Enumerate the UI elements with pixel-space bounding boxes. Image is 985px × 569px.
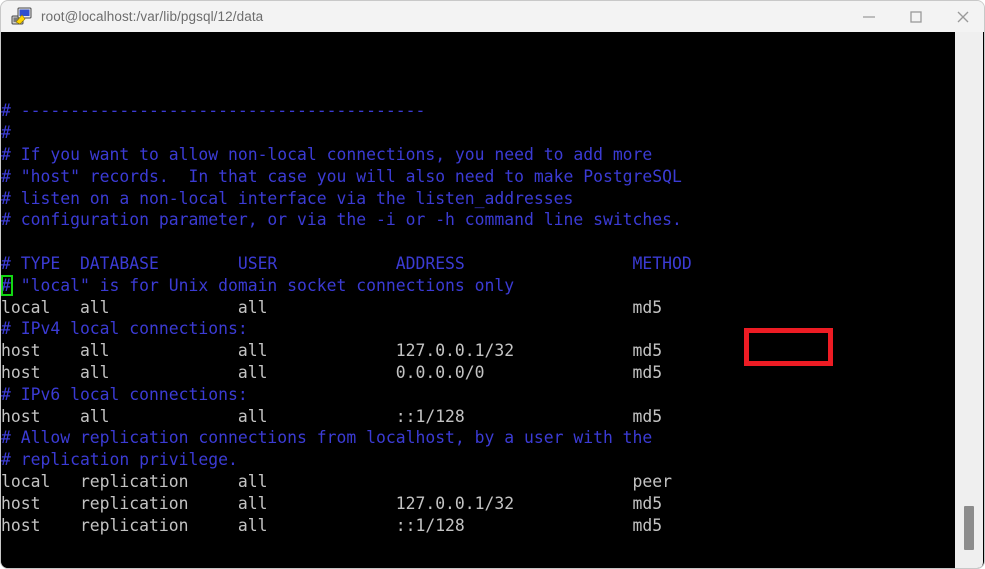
minimize-icon[interactable] bbox=[845, 1, 892, 32]
terminal-line: # configuration parameter, or via the -i… bbox=[1, 209, 956, 231]
terminal-line: host all all 127.0.0.1/32 md5 bbox=[1, 340, 956, 362]
window-title: root@localhost:/var/lib/pgsql/12/data bbox=[41, 9, 264, 24]
terminal-line-text: # "local" is for Unix domain socket conn… bbox=[1, 275, 515, 295]
terminal-line-text: # bbox=[1, 123, 11, 143]
terminal-text-area[interactable]: # --------------------------------------… bbox=[1, 32, 956, 568]
terminal-line: host all all 0.0.0.0/0 md5 bbox=[1, 362, 956, 384]
terminal-line: # TYPE DATABASE USER ADDRESS METHOD bbox=[1, 253, 956, 275]
putty-terminal-icon bbox=[11, 6, 33, 28]
terminal-line-text: # --------------------------------------… bbox=[1, 101, 426, 121]
terminal-line-text: host replication all ::1/128 md5 bbox=[1, 515, 663, 535]
terminal-line-text: # If you want to allow non-local connect… bbox=[1, 144, 653, 164]
terminal-line-text: host all all 127.0.0.1/32 md5 bbox=[1, 341, 663, 361]
scrollbar-thumb[interactable] bbox=[964, 506, 974, 550]
terminal-line: # If you want to allow non-local connect… bbox=[1, 144, 956, 166]
terminal-line-text: # "host" records. In that case you will … bbox=[1, 166, 682, 186]
terminal-line-text: # replication privilege. bbox=[1, 450, 238, 470]
terminal-line: # bbox=[1, 122, 956, 144]
terminal-line-text: local replication all peer bbox=[1, 471, 673, 491]
terminal-line-text: # IPv6 local connections: bbox=[1, 384, 248, 404]
terminal-line: host replication all 127.0.0.1/32 md5 bbox=[1, 493, 956, 515]
terminal-line-text: # configuration parameter, or via the -i… bbox=[1, 210, 682, 230]
close-icon[interactable] bbox=[939, 1, 984, 32]
terminal-line-text: host all all 0.0.0.0/0 md5 bbox=[1, 362, 663, 382]
maximize-icon[interactable] bbox=[892, 1, 939, 32]
terminal-line: # IPv6 local connections: bbox=[1, 384, 956, 406]
putty-terminal-window: root@localhost:/var/lib/pgsql/12/data # … bbox=[0, 0, 985, 569]
terminal-line-text: # Allow replication connections from loc… bbox=[1, 428, 653, 448]
window-titlebar[interactable]: root@localhost:/var/lib/pgsql/12/data bbox=[1, 1, 984, 32]
terminal-line-text: # listen on a non-local interface via th… bbox=[1, 188, 574, 208]
terminal-line-text: host all all ::1/128 md5 bbox=[1, 406, 663, 426]
terminal-line-text: host replication all 127.0.0.1/32 md5 bbox=[1, 493, 663, 513]
terminal-line-text: # IPv4 local connections: bbox=[1, 319, 248, 339]
terminal-line: local replication all peer bbox=[1, 471, 956, 493]
vertical-scrollbar[interactable] bbox=[955, 32, 983, 568]
terminal-line: # replication privilege. bbox=[1, 449, 956, 471]
terminal-rows: # --------------------------------------… bbox=[1, 100, 956, 536]
terminal-line: host all all ::1/128 md5 bbox=[1, 406, 956, 428]
vim-editor-screen[interactable]: # --------------------------------------… bbox=[1, 35, 956, 568]
terminal-body[interactable]: # --------------------------------------… bbox=[1, 32, 984, 568]
window-controls bbox=[845, 1, 984, 32]
terminal-line: # "local" is for Unix domain socket conn… bbox=[1, 274, 956, 297]
terminal-line: # "host" records. In that case you will … bbox=[1, 166, 956, 188]
terminal-line: # --------------------------------------… bbox=[1, 100, 956, 122]
terminal-line: local all all md5 bbox=[1, 297, 956, 319]
terminal-line: # IPv4 local connections: bbox=[1, 318, 956, 340]
terminal-line: # Allow replication connections from loc… bbox=[1, 427, 956, 449]
terminal-line-text: # TYPE DATABASE USER ADDRESS METHOD bbox=[1, 253, 692, 273]
terminal-line-text: local all all md5 bbox=[1, 297, 663, 317]
terminal-line: # listen on a non-local interface via th… bbox=[1, 188, 956, 210]
terminal-line: host replication all ::1/128 md5 bbox=[1, 515, 956, 537]
